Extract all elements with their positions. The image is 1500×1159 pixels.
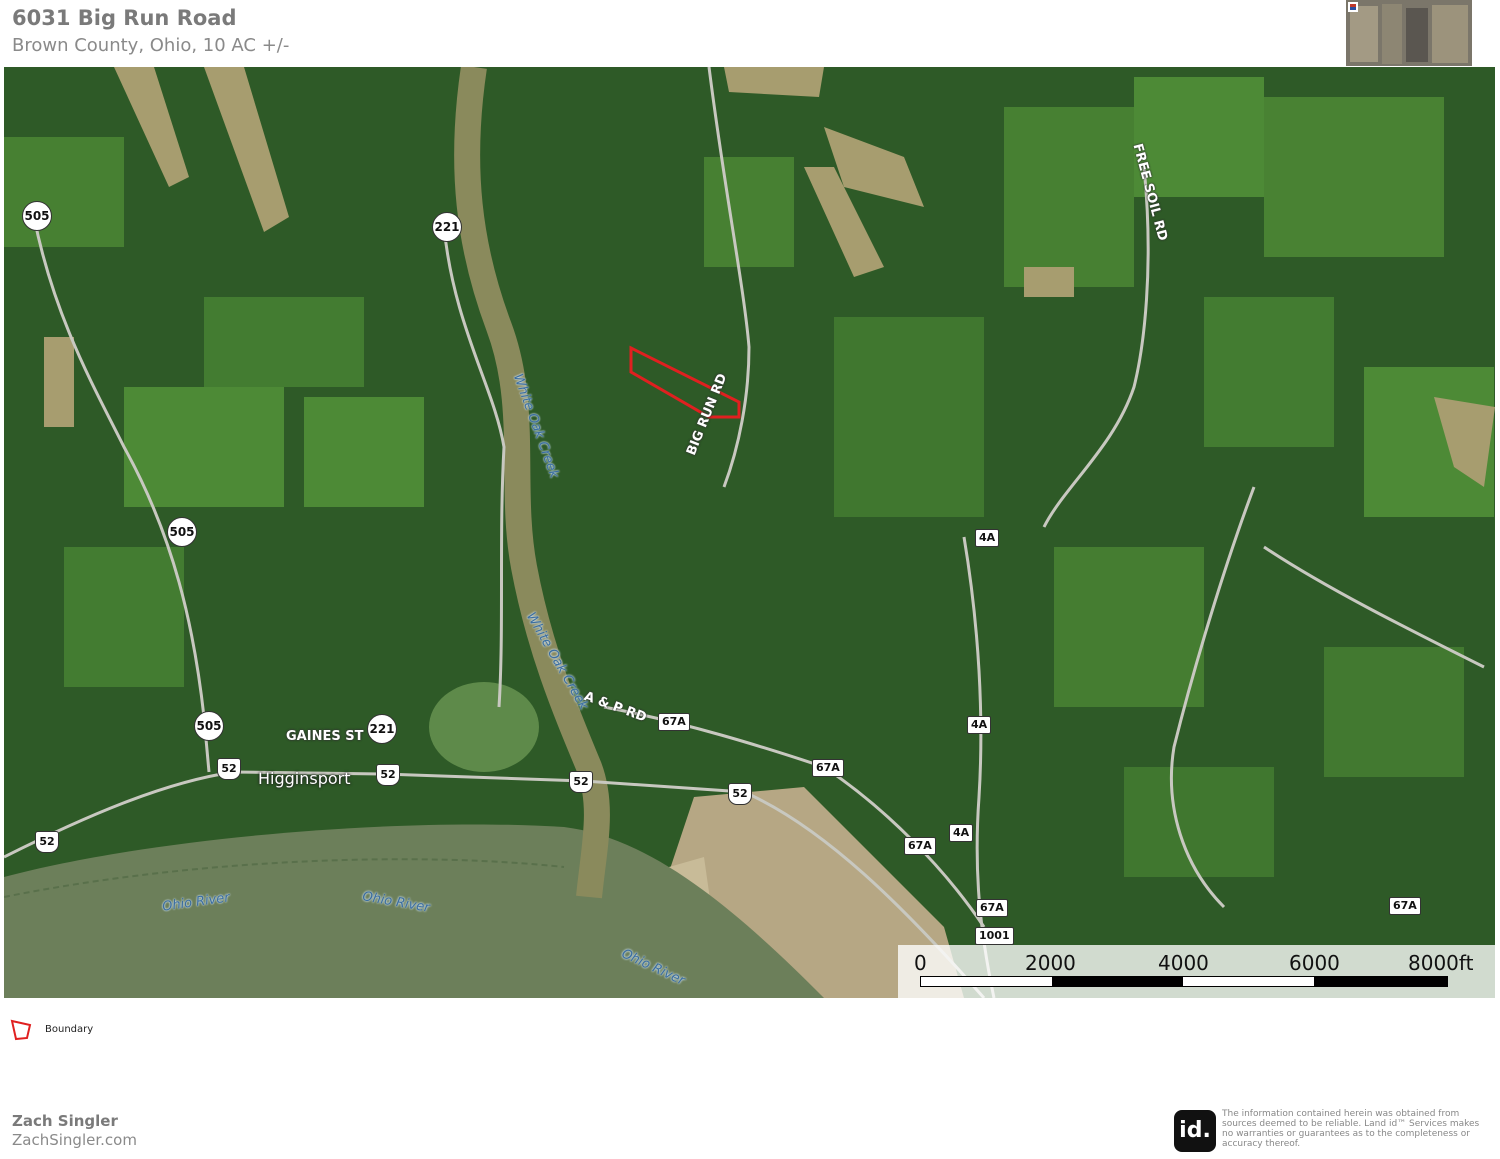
route-shield-us52: 52 [217,758,241,780]
map-title: 6031 Big Run Road [12,6,237,30]
route-shield-67a: 67A [812,759,844,777]
disclaimer-text: The information contained herein was obt… [1222,1109,1480,1149]
route-shield-1001: 1001 [975,927,1014,945]
scale-bar: 0 2000 4000 6000 8000ft [898,945,1495,998]
route-shield-221: 221 [432,212,462,242]
scale-bar-track [920,976,1448,987]
route-shield-4a: 4A [949,824,974,842]
scale-label-8000: 8000ft [1408,951,1474,975]
route-shield-505: 505 [194,711,224,741]
route-shield-67a: 67A [1389,897,1421,915]
boundary-legend-icon [10,1019,32,1041]
satellite-map[interactable]: BIG RUN RD FREE SOIL RD A & P RD GAINES … [4,67,1495,998]
brokerage-logo [1346,0,1472,66]
route-shield-us52: 52 [376,764,400,786]
town-label: Higginsport [258,769,351,788]
route-shield-us52: 52 [569,771,593,793]
map-imagery [4,67,1495,998]
road-label-gaines: GAINES ST [286,729,364,744]
scale-label-2000: 2000 [1025,951,1076,975]
route-shield-us52: 52 [728,783,752,805]
route-shield-4a: 4A [975,529,1000,547]
route-shield-4a: 4A [967,716,992,734]
route-shield-505: 505 [167,517,197,547]
scale-label-4000: 4000 [1158,951,1209,975]
route-shield-221: 221 [367,714,397,744]
route-shield-us52: 52 [35,831,59,853]
route-shield-67a: 67A [658,713,690,731]
route-shield-67a: 67A [904,837,936,855]
land-id-logo: id. [1174,1110,1216,1152]
agent-website[interactable]: ZachSingler.com [12,1131,137,1149]
route-shield-505: 505 [22,201,52,231]
legend-boundary-label: Boundary [45,1024,94,1035]
scale-label-0: 0 [914,951,927,975]
lake [429,682,539,772]
agent-name: Zach Singler [12,1112,118,1130]
scale-label-6000: 6000 [1289,951,1340,975]
route-shield-67a: 67A [976,899,1008,917]
map-subtitle: Brown County, Ohio, 10 AC +/- [12,35,290,56]
